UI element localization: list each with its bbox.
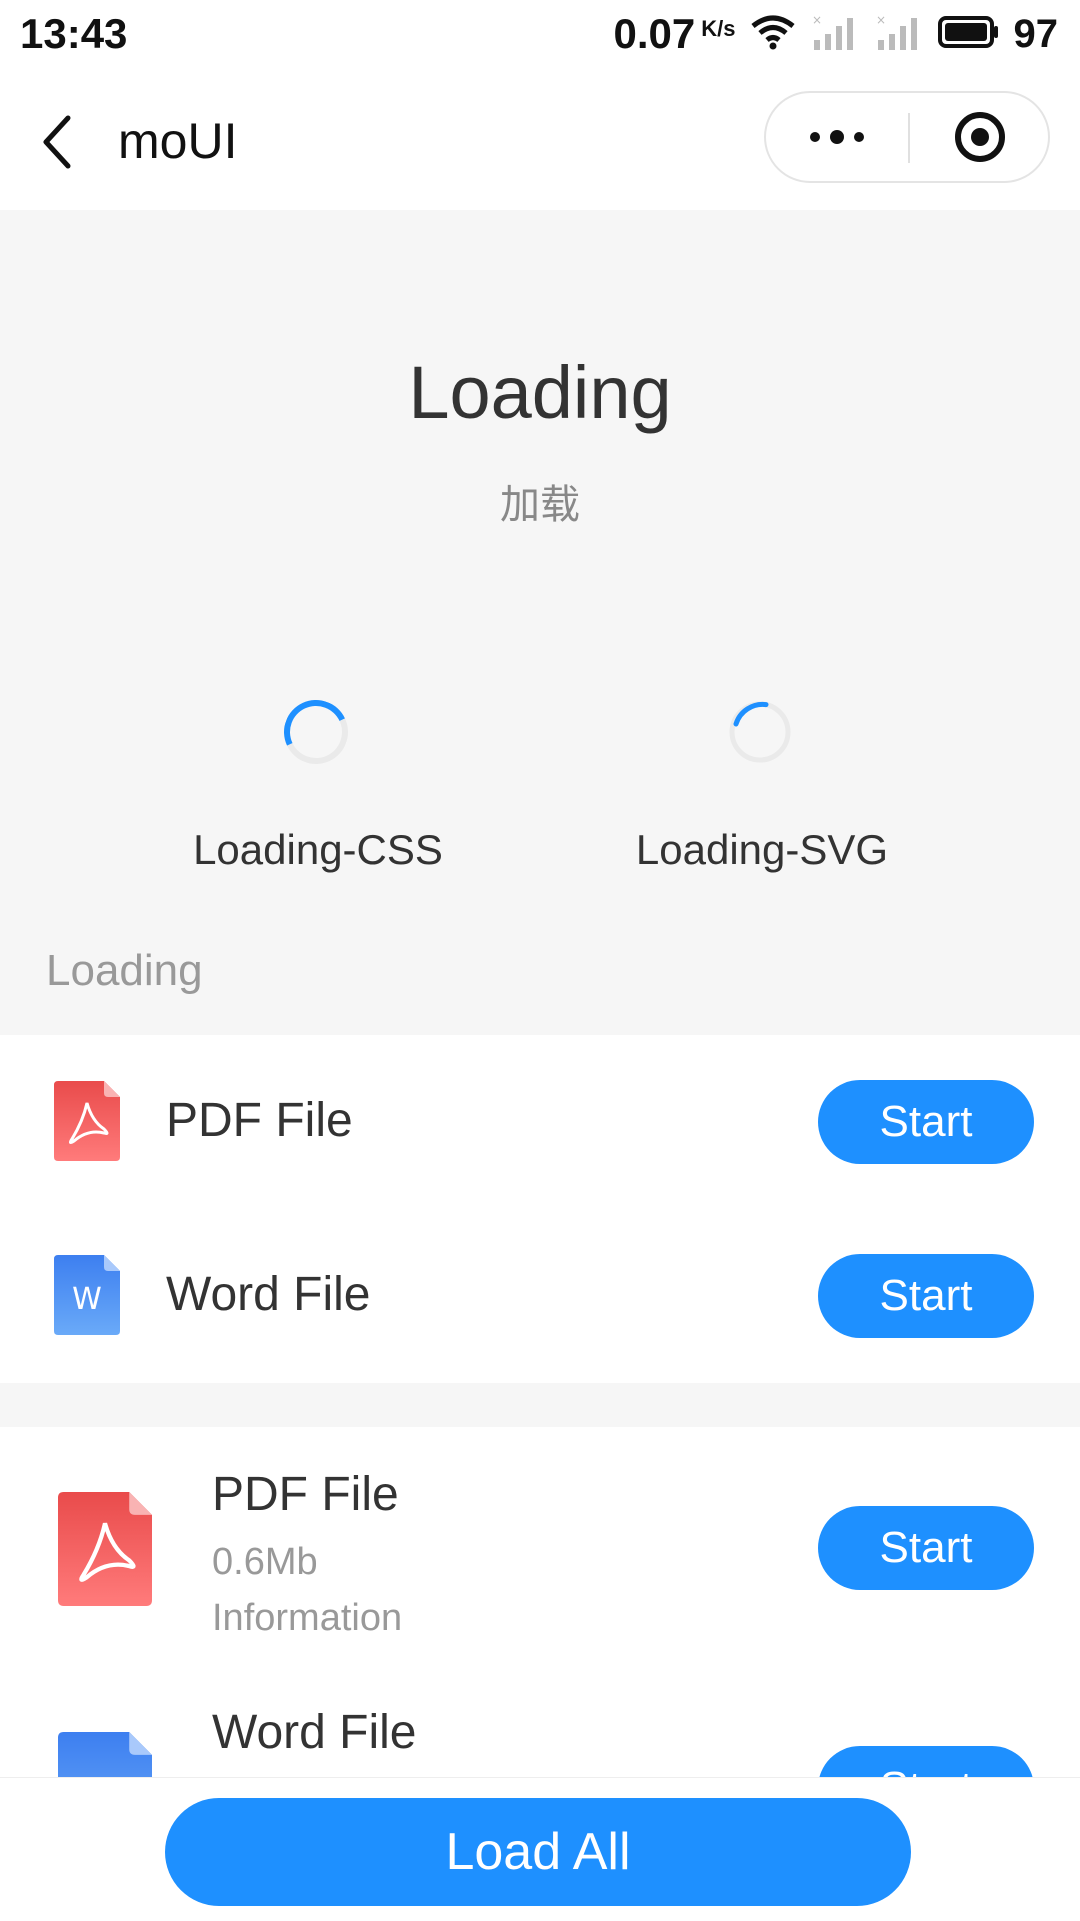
page-subtitle: 加载 bbox=[500, 483, 580, 527]
signal-1-icon: × bbox=[810, 12, 860, 57]
status-time: 13:43 bbox=[20, 10, 128, 57]
word-file-icon: W bbox=[54, 1255, 120, 1340]
svg-text:W: W bbox=[84, 1770, 126, 1777]
word-file-icon: W bbox=[58, 1731, 152, 1777]
battery-level: 97 bbox=[1013, 11, 1059, 56]
load-all-button[interactable]: Load All bbox=[165, 1798, 911, 1906]
list-item: W Word File Start bbox=[0, 1667, 1080, 1777]
spinner-icon bbox=[729, 701, 791, 763]
pdf-file-icon bbox=[54, 1081, 120, 1166]
file-title: PDF File bbox=[166, 1094, 353, 1147]
nav-title: moUI bbox=[118, 113, 238, 169]
nav-bar: moUI bbox=[0, 68, 1080, 210]
file-list-detail: PDF File 0.6Mb Information Start W Word … bbox=[0, 1427, 1080, 1777]
start-button[interactable]: Start bbox=[818, 1080, 1034, 1164]
capsule-close-icon[interactable] bbox=[910, 93, 1050, 181]
svg-text:W: W bbox=[72, 1282, 102, 1317]
dot bbox=[854, 132, 864, 142]
list-item: W Word File Start bbox=[0, 1209, 1080, 1383]
dot bbox=[830, 130, 844, 144]
start-button[interactable]: Start bbox=[818, 1254, 1034, 1338]
file-title: Word File bbox=[166, 1268, 371, 1321]
svg-text:×: × bbox=[876, 13, 886, 27]
file-list-simple: PDF File Start W Word File Start bbox=[0, 1035, 1080, 1383]
loading-svg-spinner bbox=[728, 700, 808, 780]
status-indicators: 0.07 K/s × × 97 bbox=[614, 10, 1059, 58]
network-speed: 0.07 bbox=[613, 10, 696, 57]
mini-program-capsule bbox=[764, 91, 1050, 183]
status-bar: 13:43 0.07 K/s × × 97 bbox=[0, 0, 1080, 68]
file-size: 0.6Mb bbox=[212, 1541, 318, 1583]
list-item: PDF File Start bbox=[0, 1035, 1080, 1209]
pdf-file-icon bbox=[58, 1491, 152, 1612]
svg-text:×: × bbox=[812, 13, 822, 27]
start-button[interactable]: Start bbox=[818, 1746, 1034, 1777]
start-button[interactable]: Start bbox=[818, 1506, 1034, 1590]
section-label: Loading bbox=[46, 946, 203, 995]
file-info: Information bbox=[212, 1597, 403, 1639]
demo-label-svg: Loading-SVG bbox=[635, 826, 889, 873]
dot bbox=[810, 132, 820, 142]
demo-label-css: Loading-CSS bbox=[193, 826, 443, 873]
spinner-icon bbox=[274, 690, 358, 774]
more-dots-icon[interactable] bbox=[766, 93, 908, 181]
network-speed-unit: K/s bbox=[701, 16, 736, 41]
bottom-bar: Load All bbox=[0, 1777, 1080, 1921]
file-title: Word File bbox=[212, 1706, 417, 1759]
wifi-icon bbox=[750, 12, 796, 57]
loading-css-spinner bbox=[274, 690, 364, 780]
back-chevron-icon[interactable] bbox=[38, 112, 78, 172]
signal-2-icon: × bbox=[874, 12, 924, 57]
list-item: PDF File 0.6Mb Information Start bbox=[0, 1427, 1080, 1667]
page-title: Loading bbox=[408, 351, 672, 434]
battery-icon bbox=[937, 15, 1000, 54]
file-title: PDF File bbox=[212, 1468, 399, 1521]
